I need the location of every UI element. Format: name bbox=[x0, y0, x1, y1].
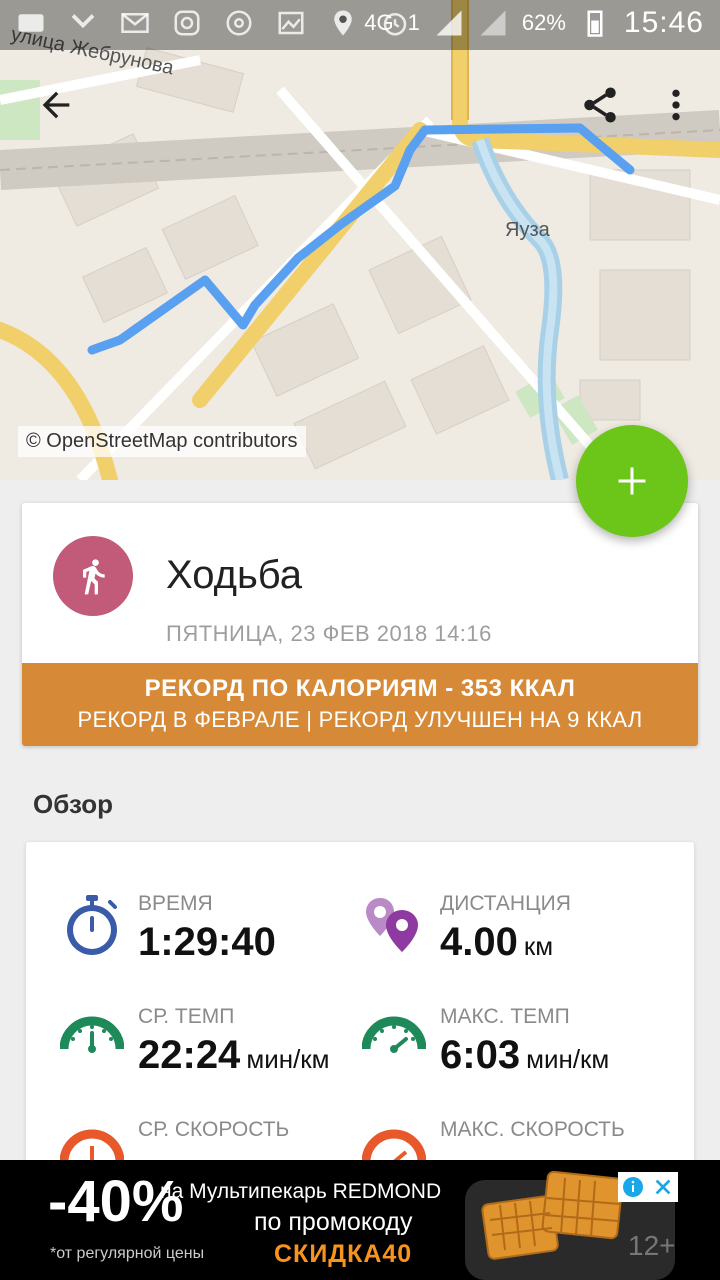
stat-label: ДИСТАНЦИЯ bbox=[440, 892, 571, 915]
route-map[interactable]: улица Жебрунова Яуза © OpenStreetMap con… bbox=[0, 0, 720, 480]
more-vert-icon bbox=[672, 89, 680, 121]
fitness-icon bbox=[68, 8, 98, 38]
ad-banner[interactable]: -40% *от регулярной цены на Мультипекарь… bbox=[0, 1160, 720, 1280]
stat-label: ВРЕМЯ bbox=[138, 892, 213, 915]
activity-card: Ходьба ПЯТНИЦА, 23 ФЕВ 2018 14:16 РЕКОРД… bbox=[22, 503, 698, 746]
mail-icon bbox=[120, 8, 150, 38]
plus-icon bbox=[618, 467, 646, 495]
ad-subline: по промокоду bbox=[254, 1208, 413, 1236]
stat-label: МАКС. ТЕМП bbox=[440, 1005, 570, 1028]
ad-promo-code: СКИДКА40 bbox=[274, 1240, 413, 1268]
record-details: РЕКОРД В ФЕВРАЛЕ | РЕКОРД УЛУЧШЕН НА 9 К… bbox=[77, 707, 643, 732]
ad-info-button[interactable] bbox=[618, 1172, 648, 1202]
instagram-icon bbox=[172, 8, 202, 38]
map-tiles: улица Жебрунова Яуза bbox=[0, 0, 720, 480]
more-options-button[interactable] bbox=[648, 77, 704, 133]
stat-value: 22:24 мин/км bbox=[138, 1033, 330, 1077]
share-button[interactable] bbox=[572, 77, 628, 133]
stat-time: ВРЕМЯ 1:29:40 bbox=[60, 892, 360, 982]
record-banner[interactable]: РЕКОРД ПО КАЛОРИЯМ - 353 ККАЛ РЕКОРД В Ф… bbox=[22, 663, 698, 746]
at-sign-icon bbox=[224, 8, 254, 38]
stat-value: 6:03 мин/км bbox=[440, 1033, 610, 1077]
network-type: 4G bbox=[364, 10, 394, 35]
close-icon bbox=[655, 1179, 671, 1195]
signal-icon-2 bbox=[478, 8, 508, 38]
stat-label: СР. ТЕМП bbox=[138, 1005, 235, 1028]
speedometer-icon bbox=[362, 1016, 426, 1053]
activity-date: ПЯТНИЦА, 23 ФЕВ 2018 14:16 bbox=[166, 621, 492, 646]
ad-headline: на Мультипекарь REDMOND bbox=[160, 1180, 442, 1203]
battery-percent: 62% bbox=[521, 10, 566, 35]
ad-note: *от регулярной цены bbox=[50, 1245, 205, 1262]
ad-age-rating: 12+ bbox=[628, 1230, 676, 1261]
stopwatch-icon bbox=[67, 895, 117, 955]
info-icon bbox=[623, 1177, 643, 1197]
location-icon bbox=[328, 8, 358, 38]
walking-icon bbox=[53, 536, 133, 616]
stat-label: МАКС. СКОРОСТЬ bbox=[440, 1118, 625, 1141]
stat-max-pace: МАКС. ТЕМП 6:03 мин/км bbox=[362, 1005, 662, 1095]
back-button[interactable] bbox=[28, 77, 84, 133]
speedometer-icon bbox=[60, 1016, 124, 1053]
stat-value: 1:29:40 bbox=[138, 920, 276, 964]
stat-label: СР. СКОРОСТЬ bbox=[138, 1118, 290, 1141]
map-credit[interactable]: © OpenStreetMap contributors bbox=[18, 426, 306, 457]
sim-indicator: 1 bbox=[407, 10, 420, 35]
overview-heading: Обзор bbox=[33, 789, 113, 819]
river-label: Яуза bbox=[505, 219, 551, 241]
location-pins-icon bbox=[366, 898, 418, 952]
ad-close-button[interactable] bbox=[648, 1172, 678, 1202]
stat-distance: ДИСТАНЦИЯ 4.00 км bbox=[362, 892, 662, 982]
signal-icon bbox=[434, 8, 464, 38]
activity-title: Ходьба bbox=[166, 553, 303, 597]
status-bar: 4G 1 62% 15:46 bbox=[0, 0, 720, 50]
arrow-back-icon bbox=[42, 91, 70, 119]
image-mail-icon bbox=[276, 8, 306, 38]
record-title: РЕКОРД ПО КАЛОРИЯМ - 353 ККАЛ bbox=[144, 675, 576, 702]
battery-icon bbox=[580, 8, 610, 38]
keyboard-icon bbox=[16, 8, 46, 38]
clock: 15:46 bbox=[623, 6, 704, 39]
stat-avg-pace: СР. ТЕМП 22:24 мин/км bbox=[60, 1005, 360, 1095]
stat-value: 4.00 км bbox=[440, 920, 554, 964]
add-fab-button[interactable] bbox=[576, 425, 688, 537]
share-icon bbox=[584, 87, 616, 123]
stats-card: ВРЕМЯ 1:29:40 ДИСТАНЦИЯ 4.00 км СР. ТЕМП … bbox=[26, 842, 694, 1172]
